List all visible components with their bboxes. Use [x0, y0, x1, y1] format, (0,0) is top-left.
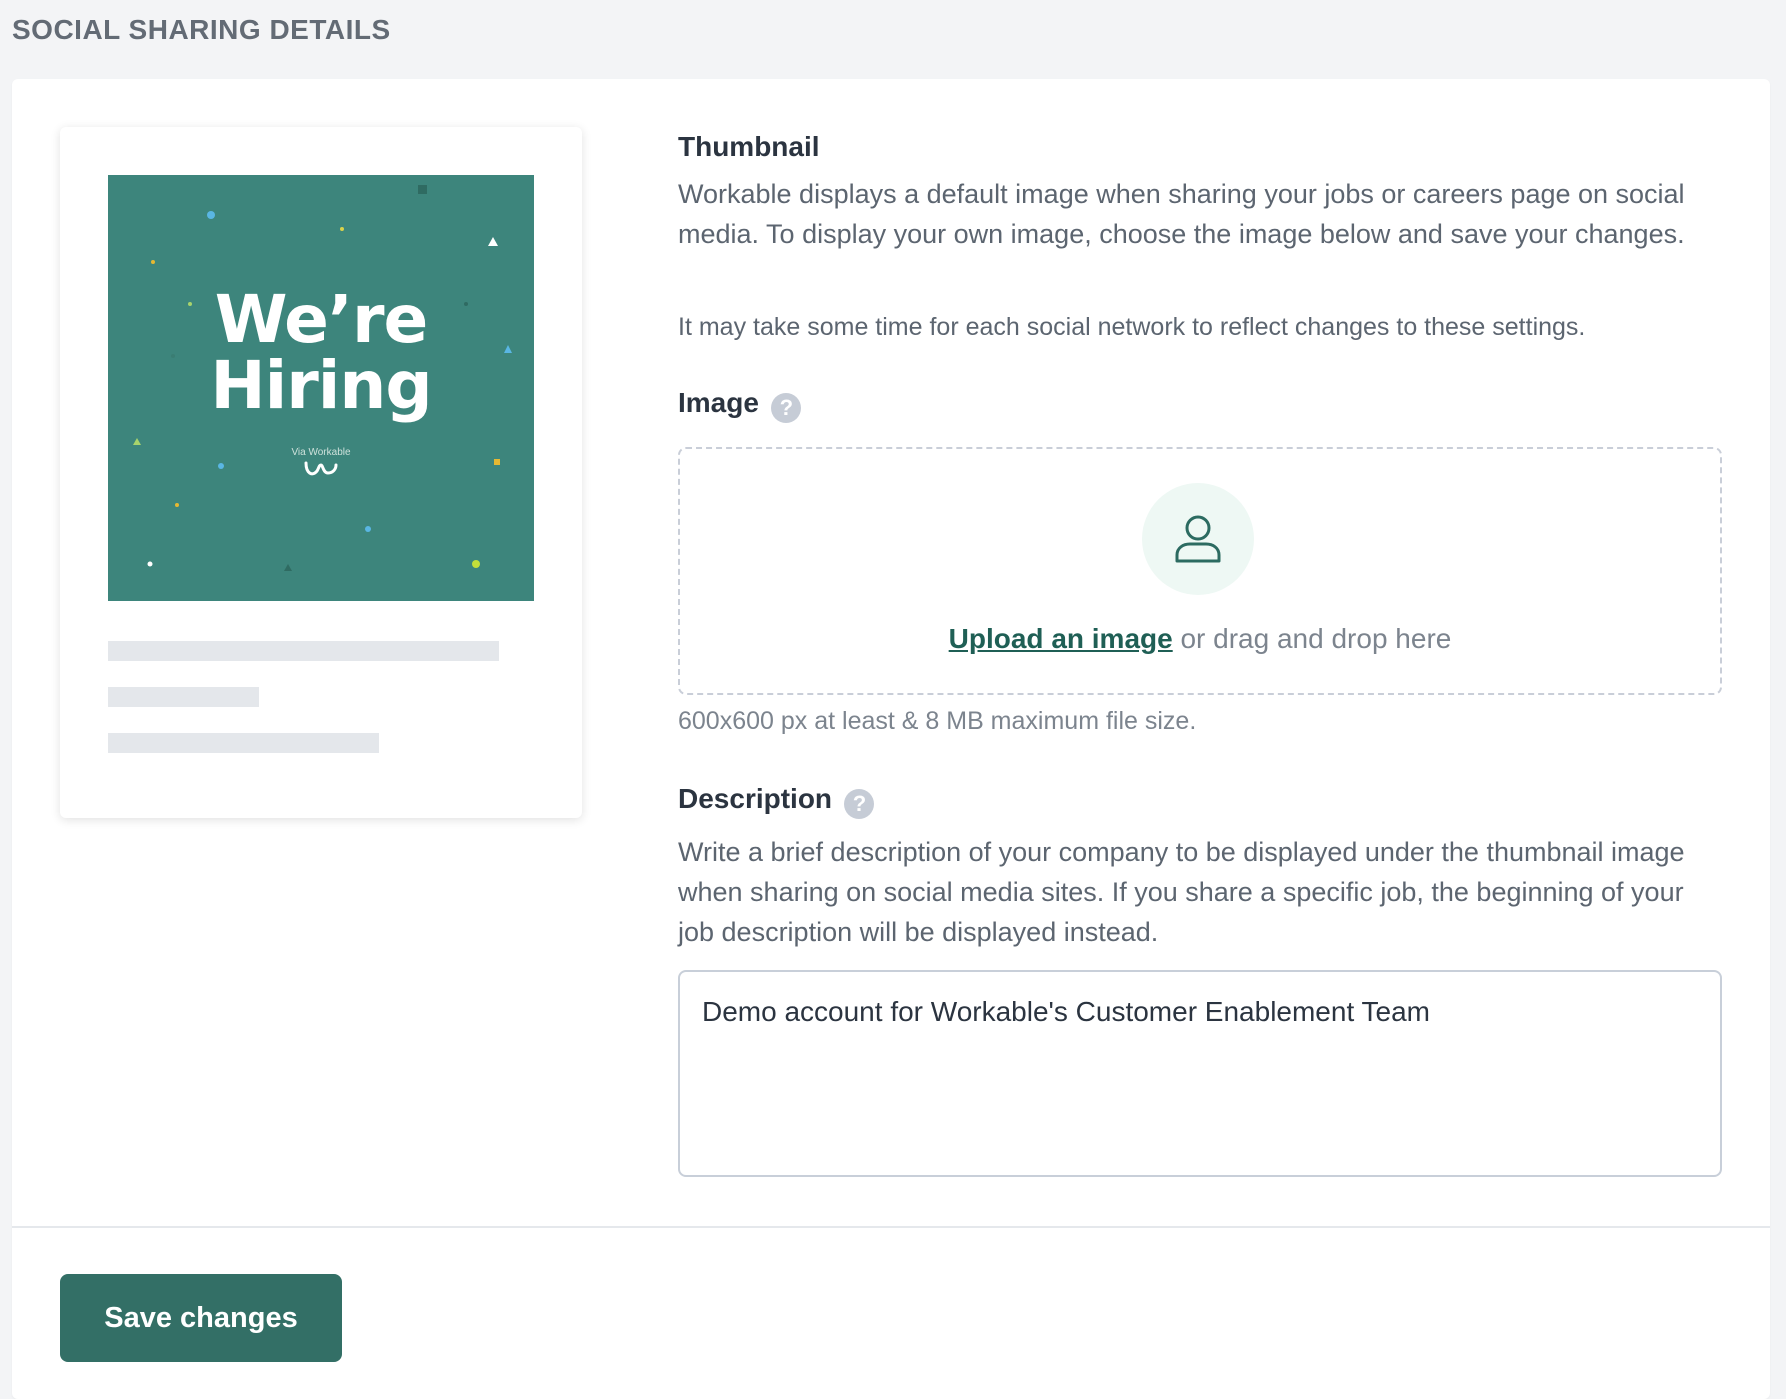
image-label: Image: [678, 387, 759, 418]
preview-skeleton-line: [108, 641, 499, 661]
user-icon: [1175, 515, 1221, 563]
upload-image-link[interactable]: Upload an image: [949, 623, 1173, 654]
save-changes-button[interactable]: Save changes: [60, 1274, 342, 1362]
thumbnail-note: It may take some time for each social ne…: [678, 313, 1586, 341]
thumbnail-preview-image: We’re Hiring Via Workable: [108, 175, 534, 601]
question-icon[interactable]: ?: [844, 788, 875, 819]
image-dropzone[interactable]: Upload an image or drag and drop here: [678, 447, 1722, 695]
section-title: SOCIAL SHARING DETAILS: [12, 14, 391, 45]
footer-divider: [12, 1226, 1770, 1228]
were-hiring-text: We’re Hiring: [210, 281, 432, 424]
preview-skeleton-line: [108, 733, 379, 753]
avatar-placeholder: [1142, 483, 1254, 595]
workable-logo-icon: [304, 461, 338, 476]
description-label-row: Description ?: [678, 783, 875, 819]
thumbnail-description: Workable displays a default image when s…: [678, 179, 1685, 249]
preview-skeleton-line: [108, 687, 259, 707]
via-workable-text: Via Workable: [291, 447, 351, 458]
upload-instructions: Upload an image or drag and drop here: [680, 623, 1720, 655]
description-label: Description: [678, 783, 833, 814]
question-icon[interactable]: ?: [771, 392, 802, 423]
share-preview-card: We’re Hiring Via Workable: [60, 127, 582, 818]
image-label-row: Image ?: [678, 387, 802, 423]
social-sharing-card: We’re Hiring Via Workable Thumbnail Work…: [12, 79, 1770, 1399]
thumbnail-heading: Thumbnail: [678, 131, 820, 162]
description-textarea[interactable]: Demo account for Workable's Customer Ena…: [678, 970, 1722, 1177]
description-explanation: Write a brief description of your compan…: [678, 837, 1685, 947]
image-size-hint: 600x600 px at least & 8 MB maximum file …: [678, 707, 1197, 735]
drag-drop-text: or drag and drop here: [1172, 623, 1452, 654]
